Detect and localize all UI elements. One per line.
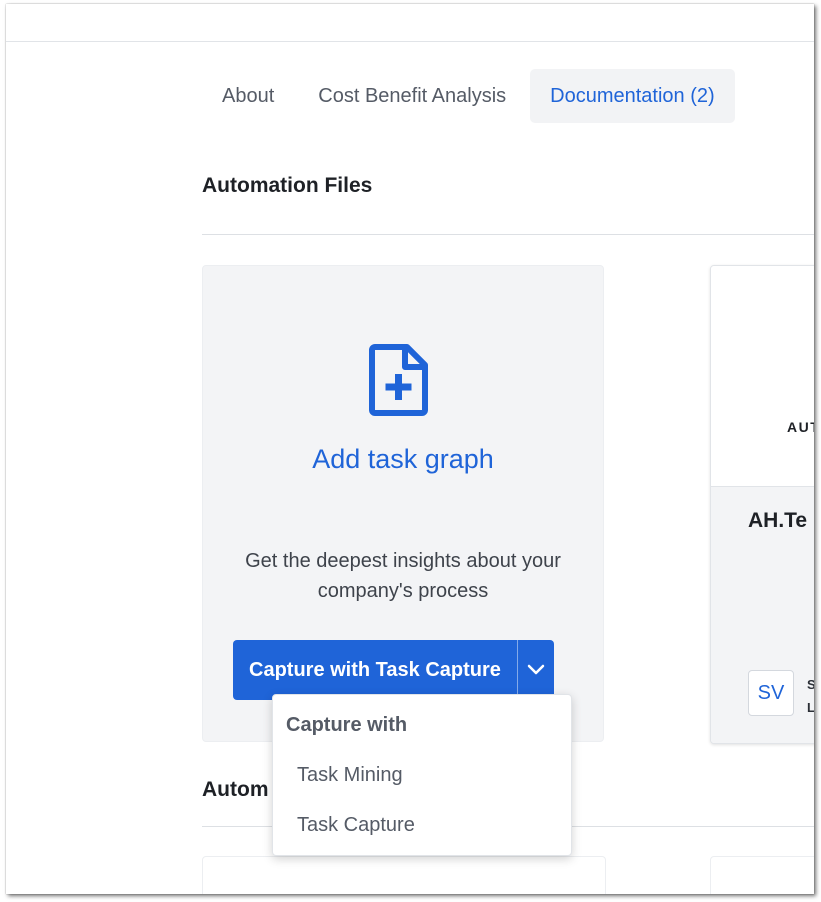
- add-task-graph-link[interactable]: Add task graph: [203, 444, 603, 475]
- add-task-graph-description: Get the deepest insights about your comp…: [245, 550, 561, 602]
- capture-options-menu: Capture with Task Mining Task Capture: [272, 694, 572, 856]
- file-name: AH.Te: [748, 509, 808, 532]
- tab-bar: About Cost Benefit Analysis Documentatio…: [202, 69, 739, 125]
- list-item: [710, 856, 814, 894]
- menu-item-task-mining[interactable]: Task Mining: [297, 764, 403, 787]
- file-meta-line-1: S: [807, 677, 814, 692]
- file-thumbnail-label: AUT: [787, 419, 814, 435]
- tab-documentation[interactable]: Documentation (2): [530, 69, 735, 123]
- capture-options-toggle[interactable]: [516, 640, 554, 700]
- tab-cost-benefit-analysis[interactable]: Cost Benefit Analysis: [298, 69, 526, 123]
- top-header-bar: [6, 4, 814, 42]
- file-card-body: AH.Te SV S L: [711, 486, 814, 743]
- list-item: [202, 856, 606, 894]
- file-thumbnail: AUT: [711, 266, 814, 486]
- tab-about[interactable]: About: [202, 69, 294, 123]
- add-task-graph-card: Add task graph Get the deepest insights …: [202, 265, 604, 742]
- menu-item-task-capture[interactable]: Task Capture: [297, 814, 415, 837]
- capture-split-button: Capture with Task Capture: [233, 640, 554, 700]
- file-plus-icon: [369, 344, 428, 416]
- section-divider: [202, 234, 814, 235]
- app-window: About Cost Benefit Analysis Documentatio…: [6, 4, 814, 894]
- automation-file-card[interactable]: AUT AH.Te SV S L: [710, 265, 814, 744]
- avatar: SV: [748, 670, 794, 716]
- file-meta-line-2: L: [807, 700, 814, 715]
- section-title-automation-files: Automation Files: [202, 174, 373, 197]
- chevron-down-icon: [527, 664, 545, 675]
- section-title-automation: Autom: [202, 778, 269, 801]
- capture-with-task-capture-button[interactable]: Capture with Task Capture: [233, 640, 517, 700]
- menu-header: Capture with: [286, 714, 408, 736]
